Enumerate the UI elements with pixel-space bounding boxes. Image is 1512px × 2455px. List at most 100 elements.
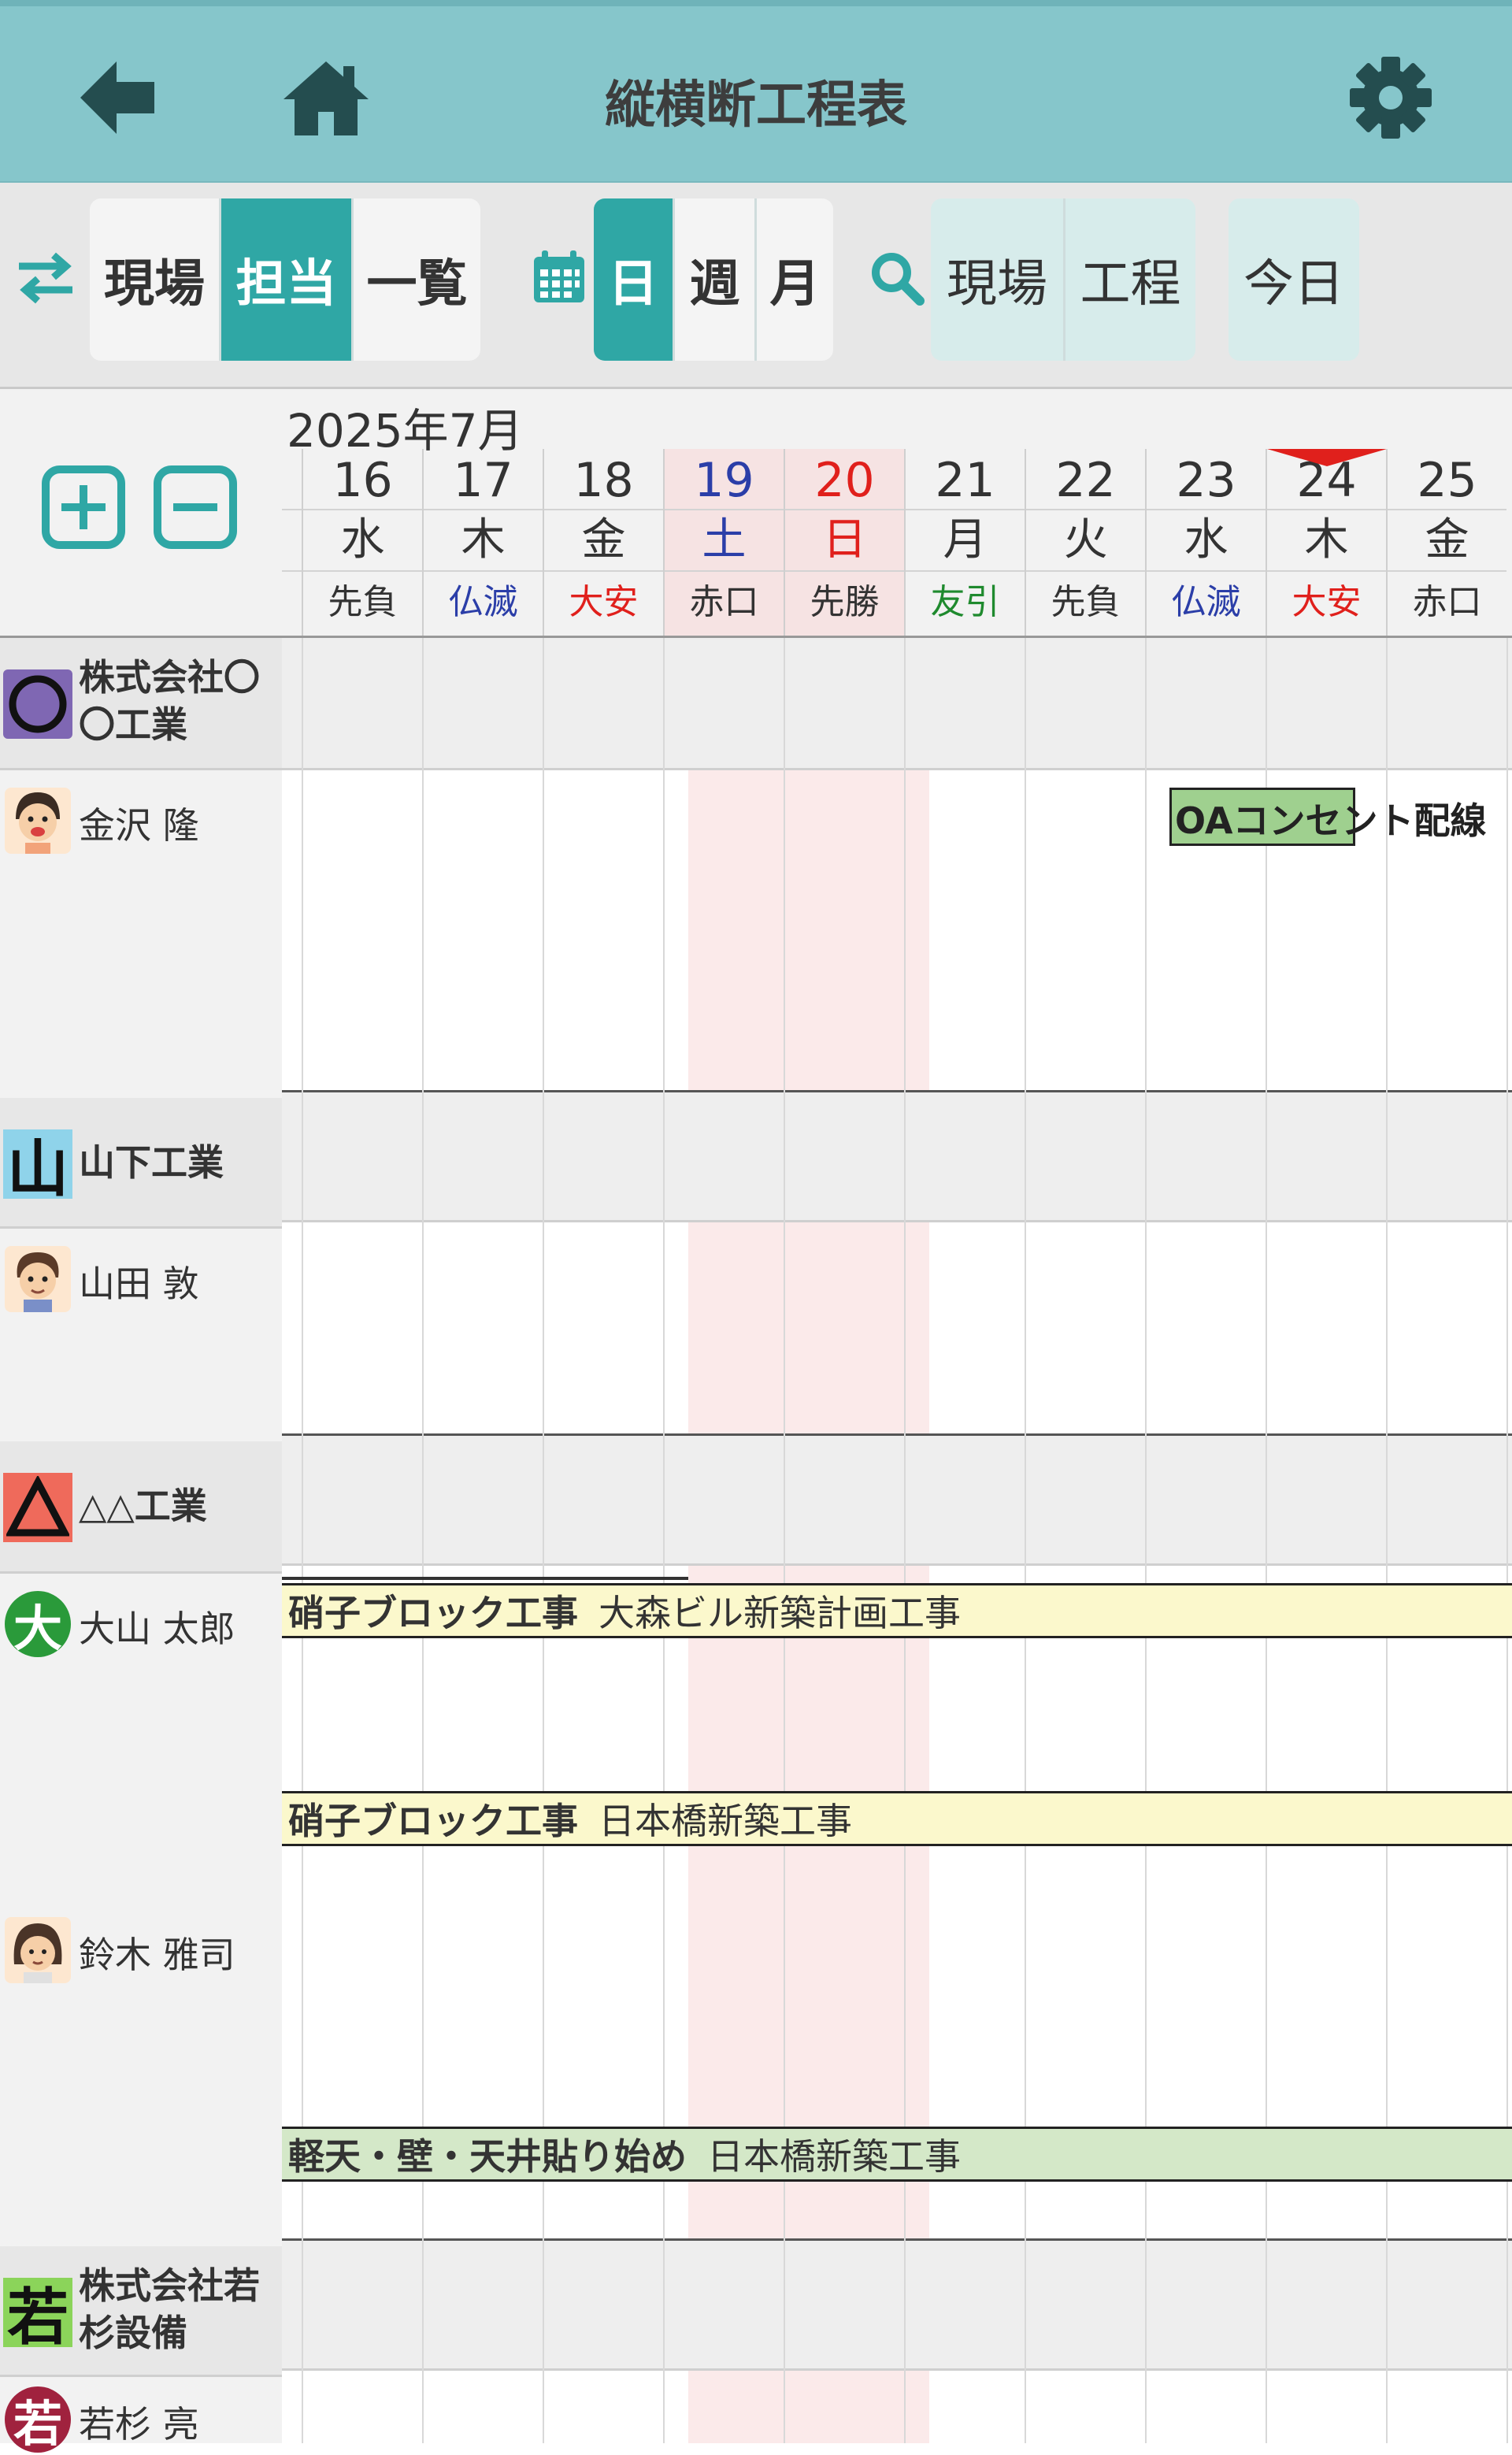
left-column: 株式会社〇〇工業 金沢 隆 山 山下工業 山田 敦 △△工業 大 大山 太郎 鈴… <box>0 389 282 2453</box>
day-column[interactable]: 17 木仏滅 <box>422 449 543 636</box>
day-column[interactable]: 18 金大安 <box>543 449 663 636</box>
today-group: 今日 <box>1228 198 1359 361</box>
schedule-grid[interactable]: OAコンセント配線 硝子ブロック工事 大森ビル新築計画工事 硝子ブロック工事 日… <box>282 638 1512 2443</box>
company-logo: 若 <box>3 2278 72 2353</box>
expand-all-button[interactable] <box>41 465 126 550</box>
avatar: 大 <box>5 1591 71 1657</box>
tab-day[interactable]: 日 <box>594 198 673 361</box>
avatar <box>5 788 71 854</box>
day-column[interactable]: 22 火先負 <box>1025 449 1145 636</box>
settings-button[interactable] <box>1343 50 1438 145</box>
collapse-all-button[interactable] <box>153 465 238 550</box>
task-site: 日本橋新築工事 <box>707 2135 961 2178</box>
day-column[interactable]: 20 日先勝 <box>784 449 904 636</box>
tab-week[interactable]: 週 <box>673 198 754 361</box>
search-button-group: 現場 工程 <box>931 198 1195 361</box>
person-name: 金沢 隆 <box>79 804 199 847</box>
day-column[interactable]: 23 水仏滅 <box>1145 449 1266 636</box>
day-rokuyo: 仏滅 <box>448 582 518 622</box>
task-category: 軽天・壁・天井貼り始め <box>288 2135 687 2178</box>
day-rokuyo: 先勝 <box>810 582 880 622</box>
calendar-icon <box>534 250 584 302</box>
day-column[interactable]: 19 土赤口 <box>663 449 784 636</box>
day-rokuyo: 友引 <box>930 582 1000 622</box>
search-process-button[interactable]: 工程 <box>1063 198 1195 361</box>
task-bar[interactable]: 硝子ブロック工事 日本橋新築工事 <box>282 1791 1512 1846</box>
day-number: 22 <box>1026 449 1145 510</box>
day-rokuyo: 先負 <box>1051 582 1121 622</box>
company-name: 株式会社若杉設備 <box>79 2264 260 2354</box>
day-column[interactable]: 21 月友引 <box>904 449 1025 636</box>
company-row[interactable]: 山 山下工業 <box>0 1098 282 1229</box>
view-tab-group: 現場 担当 一覧 <box>90 198 480 361</box>
day-weekday: 火 <box>282 510 302 572</box>
task-bar[interactable]: 硝子ブロック工事 大森ビル新築計画工事 <box>282 1583 1512 1638</box>
day-number: 18 <box>544 449 663 510</box>
event-title: OAコンセント配線 <box>1175 799 1487 842</box>
company-band <box>282 1090 1512 1222</box>
day-number: 15 <box>282 449 302 510</box>
person-name: 鈴木 雅司 <box>79 1934 235 1976</box>
page-title: 縦横断工程表 <box>605 76 907 135</box>
day-rokuyo: 友引 <box>282 572 302 633</box>
person-name: 山田 敦 <box>79 1263 199 1305</box>
day-weekday: 火 <box>1026 510 1145 572</box>
company-logo <box>3 1473 72 1542</box>
company-band <box>282 1433 1512 1566</box>
company-logo <box>3 669 72 739</box>
search-button[interactable] <box>866 247 926 307</box>
day-weekday: 月 <box>906 510 1025 572</box>
today-button[interactable]: 今日 <box>1228 198 1359 361</box>
day-number: 16 <box>303 449 422 510</box>
calendar-header: 2025年7月 15 火 友引 16水先負17木仏滅18金大安19土赤口20日先… <box>282 389 1512 638</box>
task-site: 大森ビル新築計画工事 <box>598 1592 961 1634</box>
person-row[interactable]: 鈴木 雅司 <box>0 1900 282 2246</box>
tab-site[interactable]: 現場 <box>90 198 219 361</box>
person-row[interactable]: 金沢 隆 <box>0 770 282 1098</box>
range-tab-group: 日 週 月 <box>594 198 833 361</box>
company-logo: 山 <box>3 1129 72 1205</box>
company-name: 株式会社〇〇工業 <box>79 656 260 746</box>
day-weekday: 金 <box>1388 510 1506 572</box>
day-column-partial[interactable]: 15 火 友引 <box>282 449 302 636</box>
person-row[interactable]: 若 若杉 亮 <box>0 2377 282 2453</box>
person-name: 大山 太郎 <box>79 1608 235 1650</box>
day-weekday: 日 <box>785 510 904 572</box>
triangle-logo-icon <box>6 1476 69 1537</box>
task-bar[interactable]: 軽天・壁・天井貼り始め 日本橋新築工事 <box>282 2127 1512 2182</box>
task-category: 硝子ブロック工事 <box>288 1800 578 1842</box>
tab-list[interactable]: 一覧 <box>351 198 480 361</box>
calendar-button[interactable] <box>529 247 589 307</box>
day-number: 20 <box>785 449 904 510</box>
person-row[interactable]: 山田 敦 <box>0 1229 282 1441</box>
minus-square-icon <box>154 465 237 549</box>
day-weekday: 木 <box>424 510 543 572</box>
app-header: 縦横断工程表 <box>0 0 1512 183</box>
person-row[interactable]: 大 大山 太郎 <box>0 1574 282 1900</box>
tab-staff[interactable]: 担当 <box>219 198 351 361</box>
day-column[interactable]: 16 水先負 <box>302 449 422 636</box>
company-name: △△工業 <box>79 1485 207 1527</box>
company-row[interactable]: 若 株式会社若杉設備 <box>0 2246 282 2377</box>
company-row[interactable]: △△工業 <box>0 1441 282 1574</box>
company-name: 山下工業 <box>79 1141 224 1184</box>
plus-square-icon <box>42 465 125 549</box>
company-band <box>282 638 1512 770</box>
avatar: 若 <box>5 2386 71 2453</box>
search-site-button[interactable]: 現場 <box>931 198 1063 361</box>
day-rokuyo: 先負 <box>328 582 398 622</box>
day-column[interactable]: 25 金赤口 <box>1386 449 1506 636</box>
company-row[interactable]: 株式会社〇〇工業 <box>0 638 282 770</box>
avatar <box>5 1917 71 1983</box>
day-weekday: 水 <box>1147 510 1266 572</box>
expand-collapse-area <box>0 389 282 638</box>
today-marker <box>1267 449 1387 466</box>
day-weekday: 木 <box>1267 510 1386 572</box>
swap-button[interactable] <box>14 246 77 309</box>
day-number: 21 <box>906 449 1025 510</box>
tab-month[interactable]: 月 <box>754 198 833 361</box>
day-number: 23 <box>1147 449 1266 510</box>
person-face-icon <box>16 792 60 854</box>
person-name: 若杉 亮 <box>79 2403 199 2446</box>
day-column[interactable]: 24 木大安 <box>1266 449 1387 636</box>
